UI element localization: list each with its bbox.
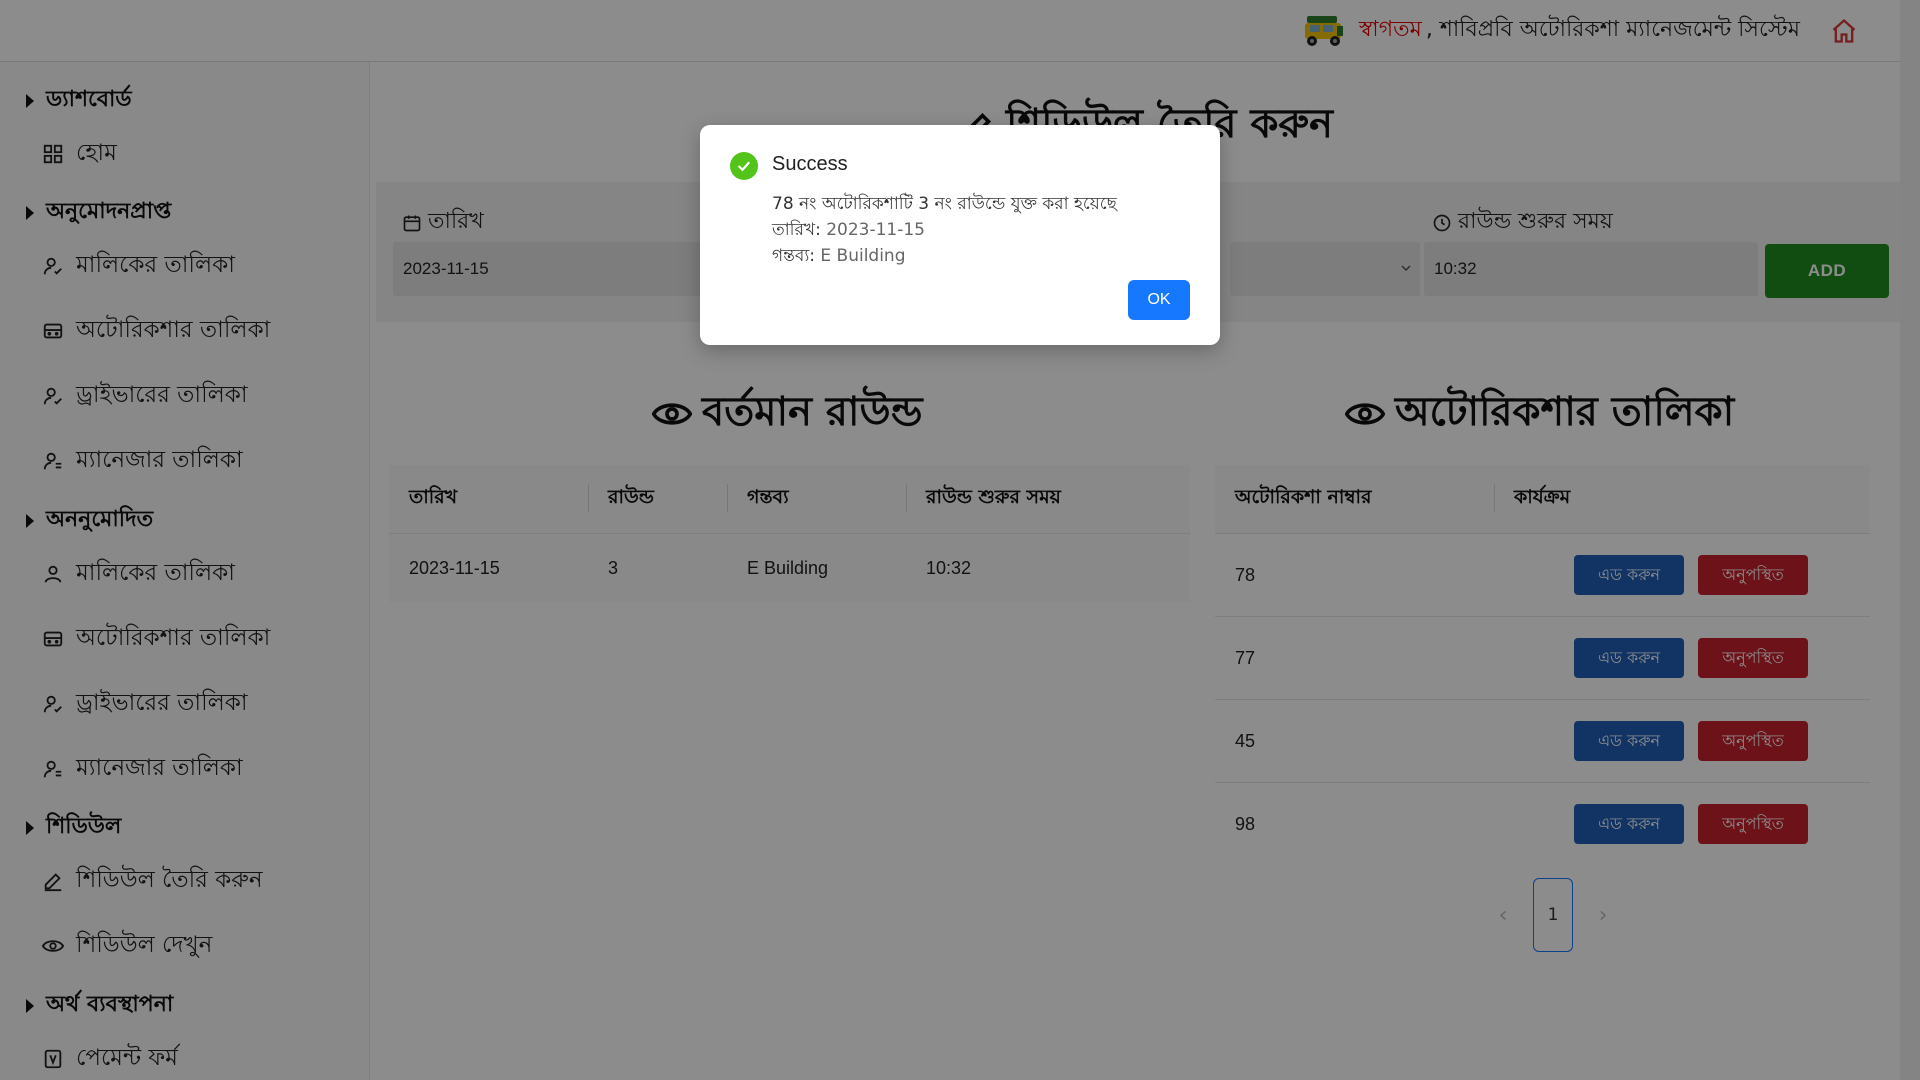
- dialog-destination-value: E Building: [820, 246, 906, 266]
- dialog-date-value: 2023-11-15: [826, 220, 925, 240]
- dialog-destination: গন্তব্য: E Building: [772, 243, 906, 271]
- dialog-title: Success: [772, 153, 848, 175]
- success-check-icon: [730, 152, 758, 180]
- dialog-date: তারিখ: 2023-11-15: [772, 217, 925, 245]
- dialog-message: 78 নং অটোরিকশাটি 3 নং রাউন্ডে যুক্ত করা …: [772, 194, 1117, 214]
- success-dialog: Success 78 নং অটোরিকশাটি 3 নং রাউন্ডে যু…: [700, 125, 1220, 345]
- ok-button[interactable]: OK: [1128, 280, 1190, 320]
- dialog-date-label: তারিখ:: [772, 220, 821, 240]
- dialog-destination-label: গন্তব্য:: [772, 246, 815, 266]
